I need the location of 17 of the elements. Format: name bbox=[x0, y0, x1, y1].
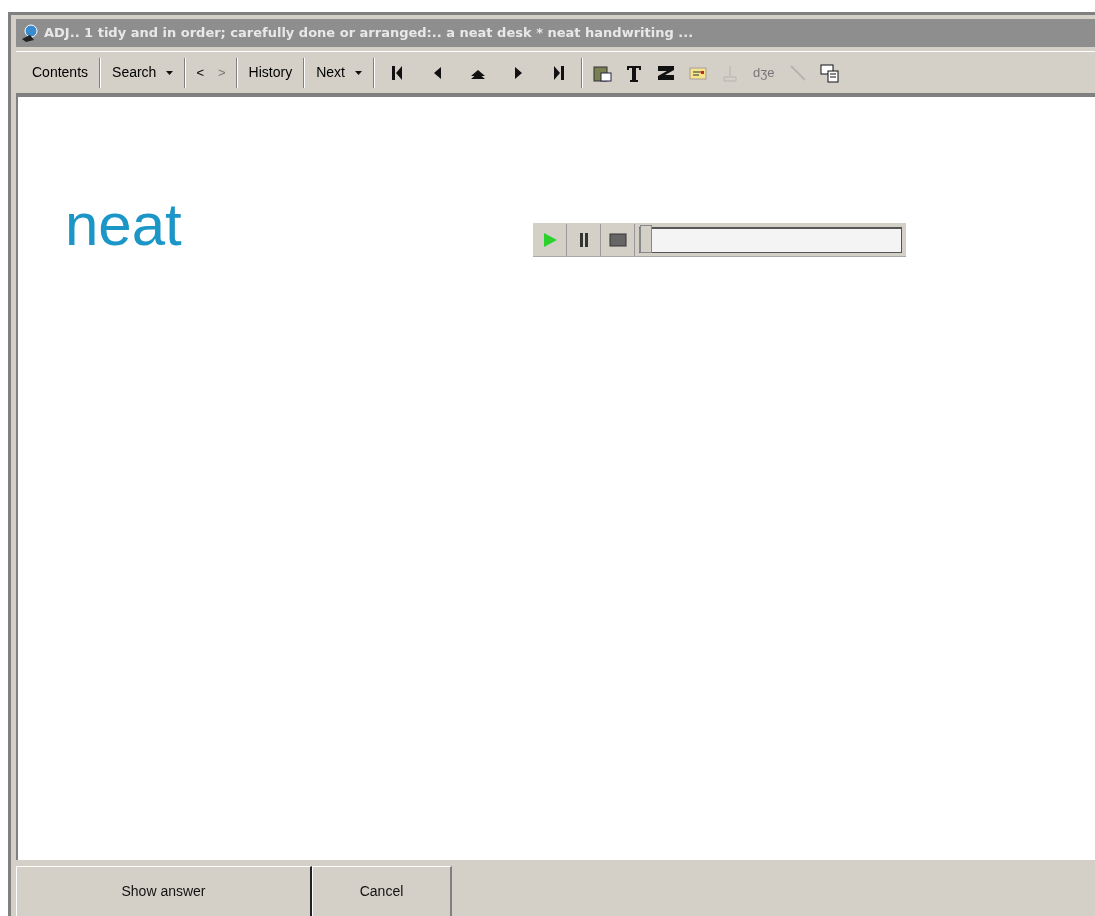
pause-icon bbox=[577, 231, 590, 248]
play-icon bbox=[541, 231, 558, 248]
stop-icon bbox=[608, 232, 627, 247]
dialog-button[interactable]: Show answer bbox=[16, 866, 312, 916]
toolbar-button[interactable]: Contents bbox=[24, 57, 97, 88]
windows-icon[interactable] bbox=[819, 62, 840, 83]
toolbar-button[interactable]: < bbox=[189, 57, 211, 88]
window-title: ADJ.. 1 tidy and in order; carefully done or arranged:.. a neat desk * neat handwriting ... bbox=[44, 24, 694, 43]
caret-icon bbox=[166, 70, 174, 75]
card-word: neat bbox=[65, 195, 182, 255]
seek-thumb[interactable] bbox=[640, 224, 652, 253]
toolbar-dropdown[interactable]: Search bbox=[104, 57, 182, 88]
caret-icon bbox=[354, 70, 362, 75]
dialog-button[interactable]: Cancel bbox=[312, 866, 452, 916]
toolbar-dropdown[interactable]: Next bbox=[308, 57, 370, 88]
globe-icon bbox=[20, 23, 40, 43]
toolbar-button[interactable]: History bbox=[240, 57, 301, 88]
